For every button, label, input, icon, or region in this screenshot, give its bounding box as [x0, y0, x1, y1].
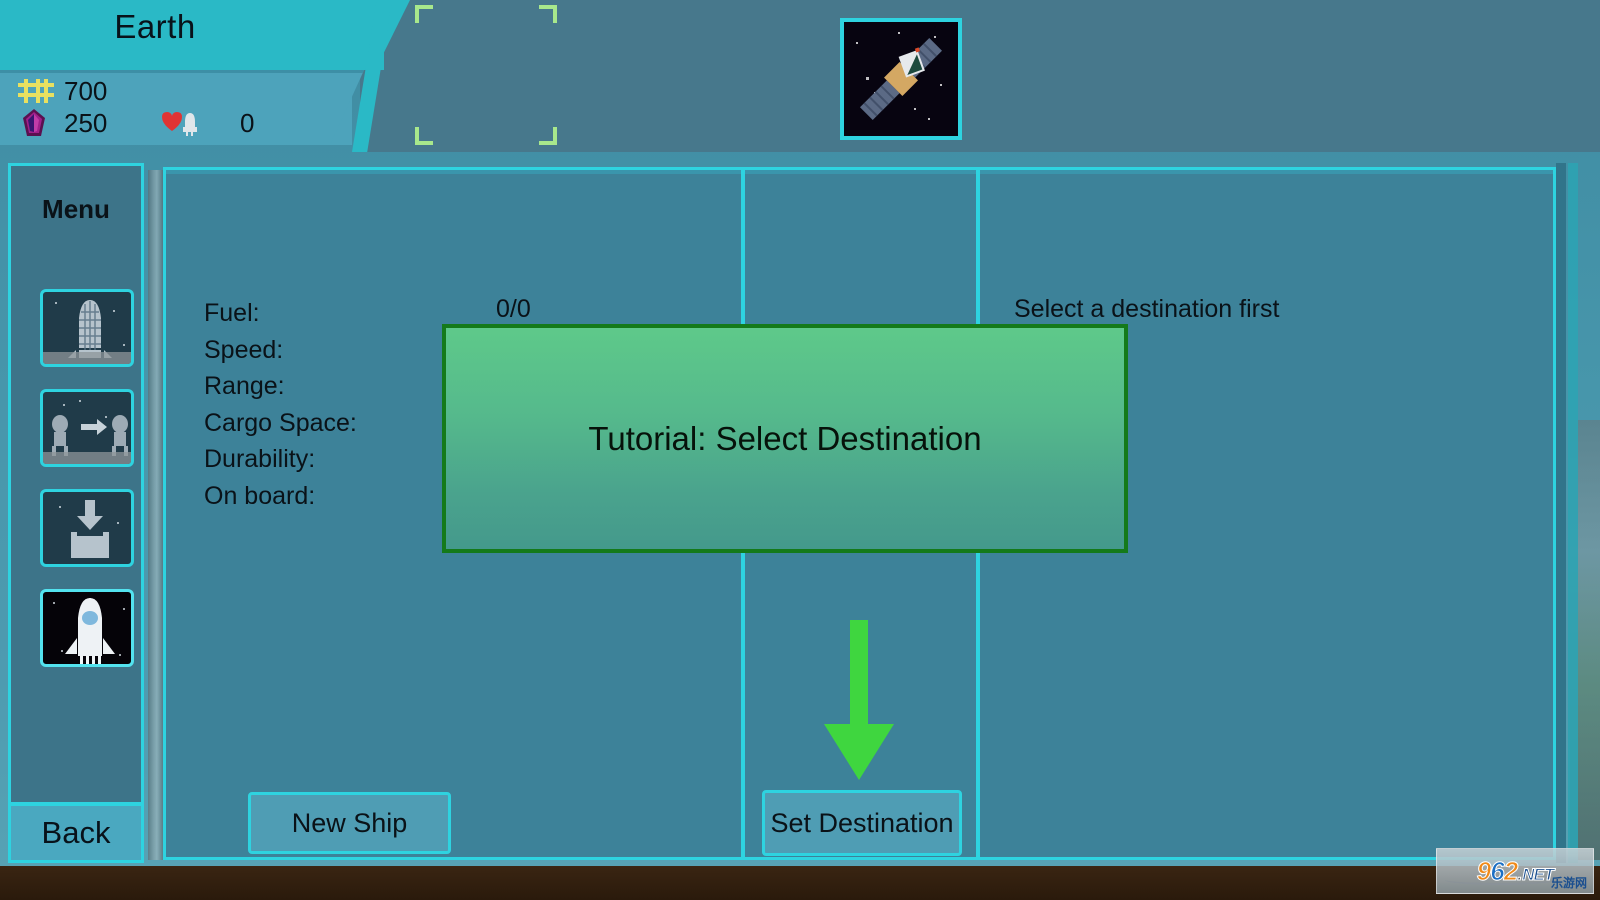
watermark-swoosh: [1445, 875, 1555, 885]
scrollbar-thumb[interactable]: [1568, 163, 1578, 863]
crystal-icon: [20, 108, 48, 138]
background-ground: [0, 866, 1600, 900]
selection-corner-top-right: [539, 5, 557, 23]
sidebar-item-shipyard[interactable]: [40, 289, 134, 367]
resource-row-credits: 700: [8, 76, 134, 106]
credits-icon: [16, 78, 56, 104]
stat-label-durability: Durability:: [204, 445, 316, 474]
platform-floor: [43, 452, 131, 464]
sidebar-item-crew-transfer[interactable]: [40, 389, 134, 467]
selection-corner-bottom-right: [539, 127, 557, 145]
selection-corner-bottom-left: [415, 127, 433, 145]
stat-label-fuel: Fuel:: [204, 299, 260, 327]
panel-top-bevel: [166, 170, 1553, 174]
selection-corner-top-left: [415, 5, 433, 23]
sidebar: Menu Back: [8, 163, 144, 863]
sidebar-item-cargo[interactable]: [40, 489, 134, 567]
platform-floor: [43, 352, 131, 364]
stat-label-range: Range:: [204, 372, 285, 401]
down-arrow-hint-icon: [824, 620, 894, 780]
credits-value: 700: [64, 75, 108, 106]
page-title: Earth: [114, 8, 196, 45]
resource-row-crystal: 250 0: [8, 108, 254, 138]
stat-value-fuel: 0/0: [496, 295, 531, 323]
sidebar-title: Menu: [42, 194, 110, 224]
tutorial-text: Tutorial: Select Destination: [588, 419, 982, 457]
stat-label-on-board: On board:: [204, 481, 316, 510]
stat-label-cargo-space: Cargo Space:: [204, 408, 357, 437]
fleet-count-value: 0: [240, 107, 255, 138]
tutorial-popup[interactable]: Tutorial: Select Destination: [442, 324, 1128, 553]
top-header: Earth 700 250 0: [0, 0, 1600, 152]
stat-label-speed: Speed:: [204, 335, 284, 364]
new-ship-button[interactable]: New Ship: [248, 792, 451, 854]
selected-ship-slot[interactable]: [415, 5, 962, 145]
heart-ship-icon: [158, 109, 210, 137]
ship-stats-list: Fuel: Speed: Range: Cargo Space: Durabil…: [204, 295, 357, 515]
arrow-head: [824, 724, 894, 780]
game-screen: Earth 700 250 0 Menu Back Fuel: Speed: R…: [0, 0, 1600, 900]
background-launch-tower: [148, 170, 164, 860]
satellite-thumbnail[interactable]: [840, 18, 962, 140]
crystal-value: 250: [64, 107, 108, 138]
destination-message: Select a destination first: [1014, 295, 1280, 323]
watermark-chinese-text: 乐游网: [1550, 876, 1587, 890]
arrow-shaft: [850, 620, 868, 732]
site-watermark: 962.NET 乐游网: [1436, 848, 1594, 894]
back-button[interactable]: Back: [11, 802, 141, 860]
set-destination-button[interactable]: Set Destination: [762, 790, 962, 856]
sidebar-item-launch[interactable]: [40, 589, 134, 667]
scrollbar-track[interactable]: [1556, 163, 1566, 863]
